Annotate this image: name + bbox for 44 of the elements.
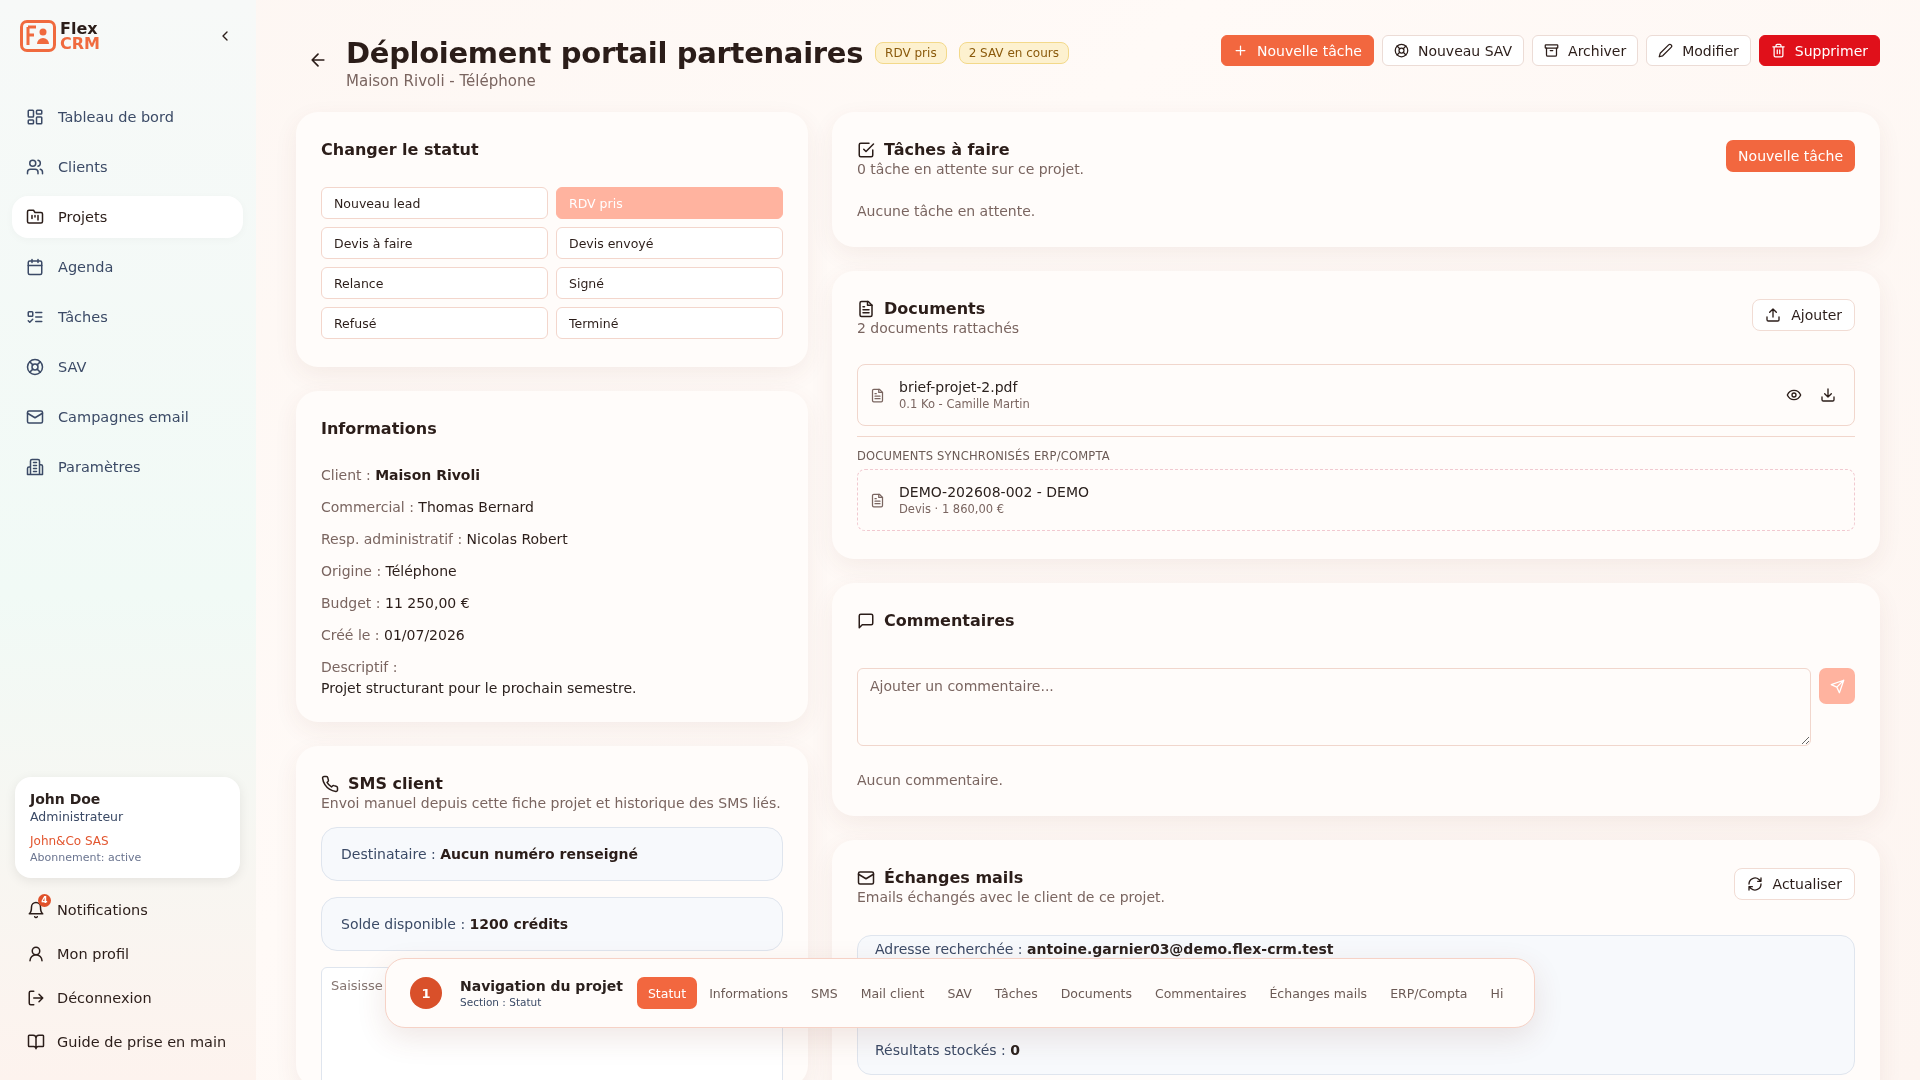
card-subtitle: Envoi manuel depuis cette fiche projet et historique des SMS liés. — [321, 795, 782, 811]
stored-results: Résultats stockés : 0 — [875, 1042, 1021, 1058]
file-meta: 0.1 Ko - Camille Martin — [899, 397, 1031, 411]
info-field: Commercial : Thomas Bernard — [321, 498, 783, 516]
logo-text: Flex — [60, 21, 98, 36]
section-heading: DOCUMENTS SYNCHRONISÉS ERP/COMPTA — [857, 436, 1855, 463]
credit-balance: Solde disponible : 1200 crédits — [321, 897, 783, 951]
file-name: brief-projet-2.pdf — [899, 379, 1019, 395]
card-title: Échanges mails — [884, 868, 1024, 887]
user-name: John Doe — [30, 791, 102, 807]
file-meta: Devis · 1 860,00 € — [899, 502, 1006, 516]
card-title: Changer le statut — [321, 140, 480, 159]
info-field: Créé le : 01/07/2026 — [321, 626, 783, 644]
status-badge: 2 SAV en cours — [958, 42, 1069, 64]
page-title: Déploiement portail partenaires — [346, 36, 864, 70]
description-label: Descriptif : — [321, 658, 399, 676]
info-field: Resp. administratif : Nicolas Robert — [321, 530, 783, 548]
page-subtitle: Maison Rivoli - Téléphone — [346, 72, 537, 90]
notification-badge: 4 — [38, 894, 51, 907]
empty-message: Aucun commentaire. — [857, 772, 1004, 788]
file-name: DEMO-202608-002 - DEMO — [899, 484, 1091, 500]
nav-title: Navigation du projet — [460, 978, 623, 994]
card-title: Commentaires — [884, 611, 1015, 630]
subscription-status: Abonnement: active — [30, 851, 143, 864]
empty-message: Aucune tâche en attente. — [857, 203, 1037, 219]
step-badge: 1 — [410, 977, 442, 1009]
user-role: Administrateur — [30, 809, 125, 824]
card-subtitle: 2 documents rattachés — [857, 320, 1020, 336]
card-title: Informations — [321, 419, 438, 438]
company-name: John&Co SAS — [30, 834, 110, 848]
sms-recipient: Destinataire : Aucun numéro renseigné — [321, 827, 783, 881]
section-label: Section : Statut — [460, 996, 543, 1008]
status-badge: RDV pris — [875, 42, 947, 64]
info-field: Budget : 11 250,00 € — [321, 594, 783, 612]
card-title: Tâches à faire — [884, 140, 1010, 159]
info-field: Origine : Téléphone — [321, 562, 783, 580]
description-text: Projet structurant pour le prochain semestre. — [321, 680, 638, 696]
card-subtitle: 0 tâche en attente sur ce projet. — [857, 161, 1085, 177]
card-title: Documents — [884, 299, 986, 318]
info-field: Client : Maison Rivoli — [321, 466, 783, 484]
card-title: SMS client — [348, 774, 443, 793]
searched-address: Adresse recherchée : antoine.garnier03@demo.flex-crm.test — [875, 941, 1335, 957]
logo-text: CRM — [60, 36, 100, 51]
card-subtitle: Emails échangés avec le client de ce projet. — [857, 889, 1165, 905]
